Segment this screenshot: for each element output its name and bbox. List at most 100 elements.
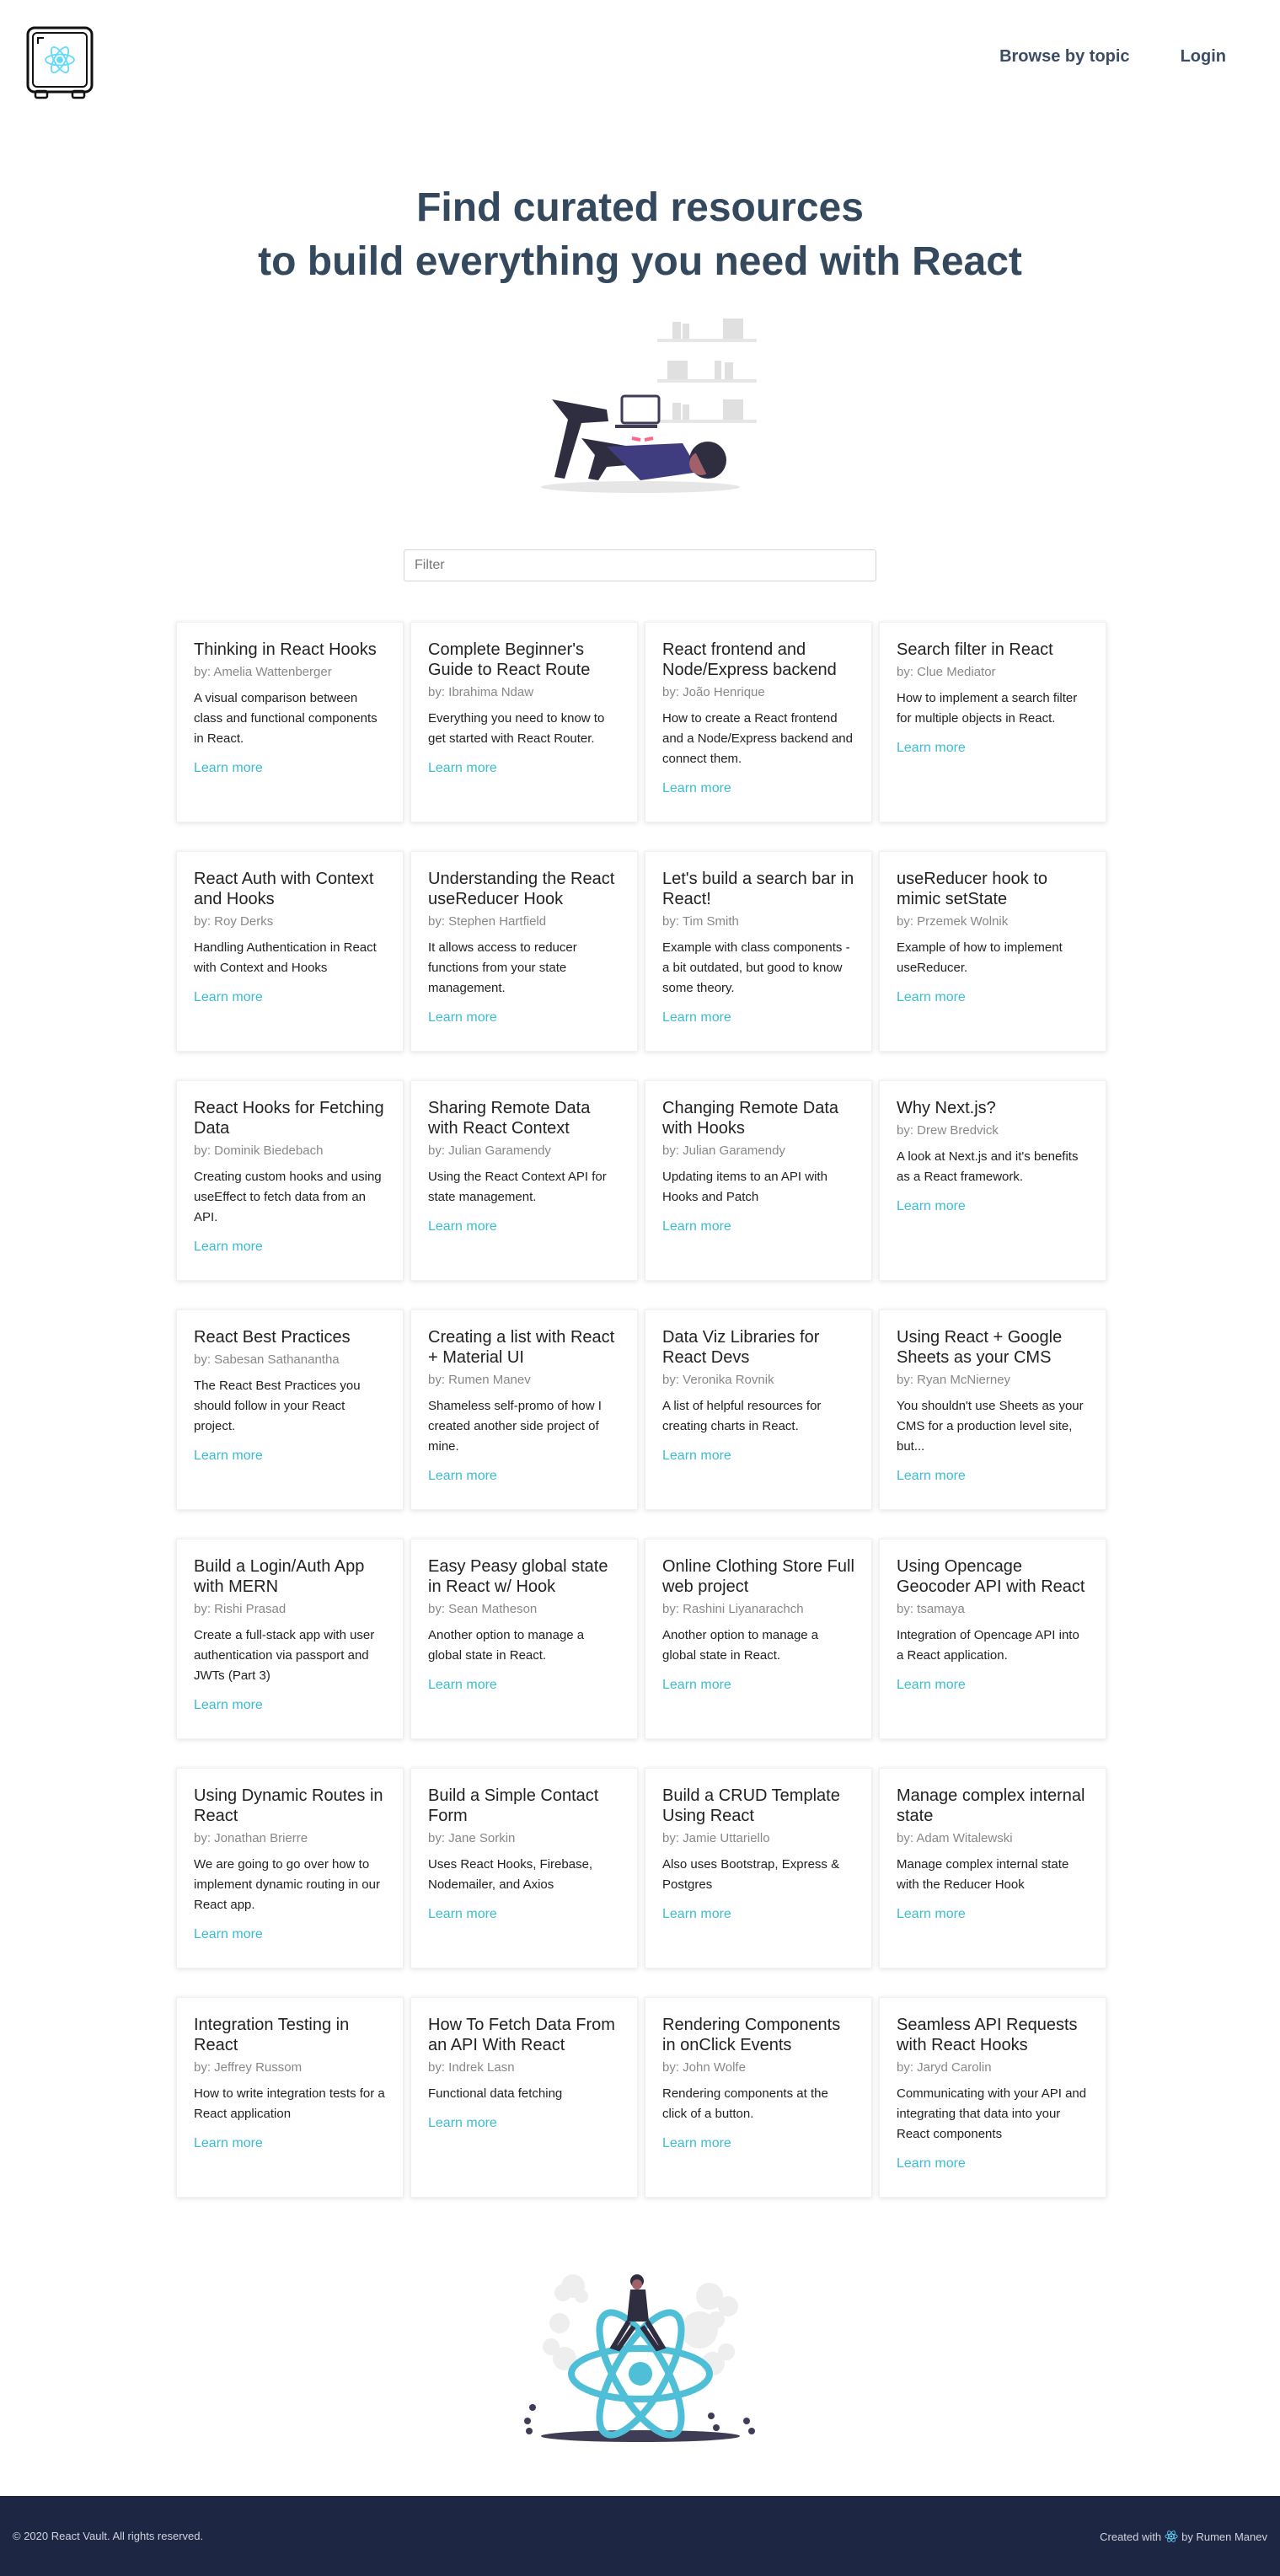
learn-more-link[interactable]: Learn more [194, 1449, 263, 1464]
card-description: Manage complex internal state with the R… [897, 1857, 1069, 1892]
card-title: Thinking in React Hooks [194, 640, 377, 659]
card-author: by: Dominik Biedebach [194, 1143, 324, 1158]
learn-more-link[interactable]: Learn more [428, 1010, 497, 1026]
learn-more-link[interactable]: Learn more [662, 1678, 731, 1693]
card-title: Using Opencage Geocoder API with React [897, 1557, 1085, 1596]
resource-card: Why Next.js? by: Drew Bredvick A look at N… [879, 1080, 1106, 1281]
card-description: A visual comparison between class and fu… [194, 691, 378, 746]
learn-more-link[interactable]: Learn more [428, 1907, 497, 1922]
learn-more-link[interactable]: Learn more [897, 1678, 966, 1693]
learn-more-link[interactable]: Learn more [194, 1927, 263, 1942]
learn-more-link[interactable]: Learn more [428, 1678, 497, 1693]
resource-grid: Thinking in React Hooks by: Amelia Watten… [176, 622, 1106, 2198]
footer-credit: Created with by Rumen Manev [1100, 2530, 1267, 2543]
card-author: by: Sean Matheson [428, 1602, 538, 1616]
learn-more-link[interactable]: Learn more [428, 761, 497, 776]
card-description: How to implement a search filter for mul… [897, 691, 1078, 726]
learn-more-link[interactable]: Learn more [428, 1219, 497, 1234]
learn-more-link[interactable]: Learn more [897, 1469, 966, 1484]
resource-card: Online Clothing Store Full web project by… [645, 1539, 872, 1739]
card-description: It allows access to reducer functions fr… [428, 940, 577, 995]
learn-more-link[interactable]: Learn more [897, 1199, 966, 1214]
card-author: by: Jonathan Brierre [194, 1831, 308, 1845]
footer-copyright: © 2020 React Vault. All rights reserved. [13, 2530, 204, 2542]
resource-card: Manage complex internal state by: Adam Wi… [879, 1768, 1106, 1968]
card-author: by: Ibrahima Ndaw [428, 685, 534, 699]
card-title: Data Viz Libraries for React Devs [662, 1328, 820, 1367]
card-description: Another option to manage a global state … [662, 1628, 819, 1663]
resource-card: Understanding the React useReducer Hook b… [410, 851, 638, 1052]
learn-more-link[interactable]: Learn more [662, 1907, 731, 1922]
card-description: A look at Next.js and it's benefits as a… [897, 1149, 1079, 1184]
card-description: Rendering components at the click of a b… [662, 2086, 828, 2121]
card-title: React Auth with Context and Hooks [194, 870, 374, 908]
top-nav: Browse by topic Login [999, 47, 1226, 67]
card-description: Example with class components - a bit ou… [662, 940, 850, 995]
learn-more-link[interactable]: Learn more [194, 761, 263, 776]
card-title: Seamless API Requests with React Hooks [897, 2016, 1078, 2054]
card-author: by: Roy Derks [194, 914, 274, 929]
learn-more-link[interactable]: Learn more [897, 2156, 966, 2172]
card-title: Understanding the React useReducer Hook [428, 870, 615, 908]
card-description: Another option to manage a global state … [428, 1628, 585, 1663]
card-title: React Hooks for Fetching Data [194, 1099, 384, 1138]
card-author: by: Tim Smith [662, 914, 739, 929]
resource-card: Using Dynamic Routes in React by: Jonatha… [176, 1768, 404, 1968]
card-description: Integration of Opencage API into a React… [897, 1628, 1079, 1663]
footer-author: by Rumen Manev [1181, 2530, 1267, 2543]
card-description: Create a full-stack app with user authen… [194, 1628, 375, 1683]
resource-card: Easy Peasy global state in React w/ Hook… [410, 1539, 638, 1739]
react-vault-logo[interactable] [25, 25, 94, 101]
card-title: Build a Login/Auth App with MERN [194, 1557, 365, 1596]
learn-more-link[interactable]: Learn more [662, 1449, 731, 1464]
resource-card: useReducer hook to mimic setState by: Prz… [879, 851, 1106, 1052]
card-title: Sharing Remote Data with React Context [428, 1099, 591, 1138]
footer: © 2020 React Vault. All rights reserved.… [0, 2496, 1280, 2576]
resource-card: Data Viz Libraries for React Devs by: Ver… [645, 1309, 872, 1510]
learn-more-link[interactable]: Learn more [897, 741, 966, 756]
resource-card: How To Fetch Data From an API With React… [410, 1997, 638, 2198]
react-icon [1165, 2530, 1178, 2543]
learn-more-link[interactable]: Learn more [428, 1469, 497, 1484]
card-author: by: Rashini Liyanarachch [662, 1602, 804, 1616]
learn-more-link[interactable]: Learn more [194, 2136, 263, 2151]
hero-title-line1: Find curated resources [416, 185, 864, 230]
learn-more-link[interactable]: Learn more [897, 1907, 966, 1922]
card-title: Search filter in React [897, 640, 1053, 659]
card-author: by: tsamaya [897, 1602, 965, 1616]
resource-card: Changing Remote Data with Hooks by: Julia… [645, 1080, 872, 1281]
card-author: by: Jane Sorkin [428, 1831, 516, 1845]
card-description: You shouldn't use Sheets as your CMS for… [897, 1399, 1084, 1454]
learn-more-link[interactable]: Learn more [662, 1219, 731, 1234]
card-description: A list of helpful resources for creating… [662, 1399, 822, 1433]
filter-input[interactable] [404, 549, 876, 581]
resource-card: React frontend and Node/Express backend b… [645, 622, 872, 822]
learn-more-link[interactable]: Learn more [662, 2136, 731, 2151]
card-title: Using Dynamic Routes in React [194, 1786, 383, 1825]
card-author: by: Amelia Wattenberger [194, 665, 332, 679]
card-author: by: Rumen Manev [428, 1373, 531, 1387]
resource-card: Search filter in React by: Clue Mediator H… [879, 622, 1106, 822]
resource-card: Using Opencage Geocoder API with React by… [879, 1539, 1106, 1739]
card-title: Online Clothing Store Full web project [662, 1557, 854, 1596]
learn-more-link[interactable]: Learn more [194, 990, 263, 1005]
learn-more-link[interactable]: Learn more [662, 1010, 731, 1026]
learn-more-link[interactable]: Learn more [194, 1698, 263, 1713]
login-link[interactable]: Login [1181, 47, 1226, 67]
card-author: by: Drew Bredvick [897, 1123, 999, 1138]
resource-card: React Auth with Context and Hooks by: Roy… [176, 851, 404, 1052]
card-title: Using React + Google Sheets as your CMS [897, 1328, 1063, 1367]
card-description: Everything you need to know to get start… [428, 711, 605, 746]
hero-title-line2: to build everything you need with React [258, 239, 1022, 284]
card-description: The React Best Practices you should foll… [194, 1379, 361, 1433]
learn-more-link[interactable]: Learn more [897, 990, 966, 1005]
card-title: How To Fetch Data From an API With React [428, 2016, 615, 2054]
card-description: Using the React Context API for state ma… [428, 1170, 607, 1204]
card-description: Handling Authentication in React with Co… [194, 940, 377, 975]
browse-by-topic-link[interactable]: Browse by topic [999, 47, 1129, 67]
learn-more-link[interactable]: Learn more [428, 2116, 497, 2131]
learn-more-link[interactable]: Learn more [662, 781, 731, 796]
card-author: by: Jeffrey Russom [194, 2060, 303, 2075]
learn-more-link[interactable]: Learn more [194, 1240, 263, 1255]
card-author: by: Jaryd Carolin [897, 2060, 992, 2075]
